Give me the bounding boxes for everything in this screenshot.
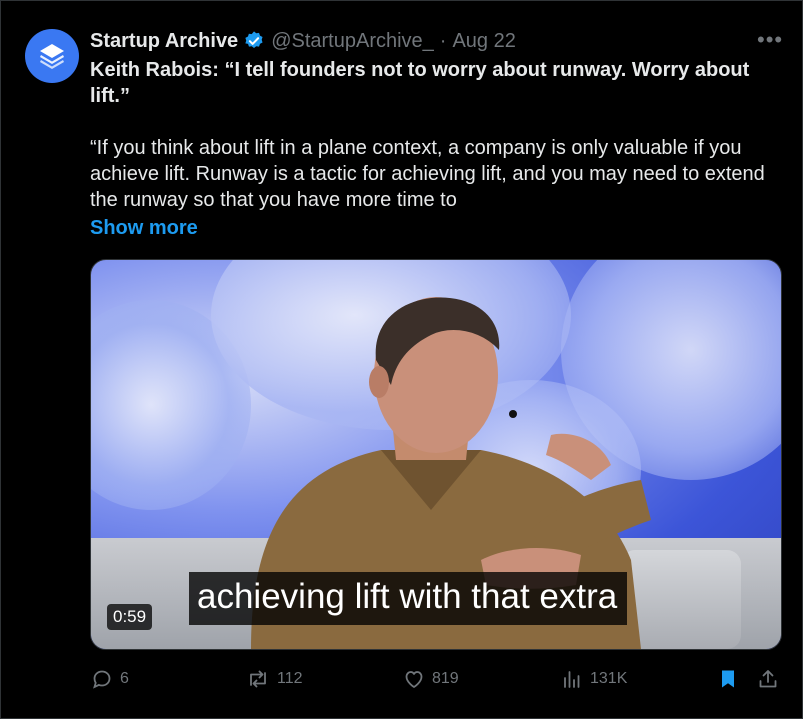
more-icon[interactable]: ••• — [757, 27, 783, 53]
tweet-headline: Keith Rabois: “I tell founders not to wo… — [90, 59, 750, 107]
video-duration: 0:59 — [107, 604, 153, 630]
header-separator: · — [439, 29, 447, 52]
verified-badge-icon — [243, 30, 265, 52]
author-name[interactable]: Startup Archive — [90, 30, 238, 53]
heart-icon — [405, 671, 423, 688]
author-handle[interactable]: @StartupArchive_ — [271, 30, 434, 53]
tweet-text: Keith Rabois: “I tell founders not to wo… — [90, 57, 780, 213]
video-player[interactable]: 0:59 achieving lift with that extra — [90, 259, 782, 650]
views-button[interactable]: 131K — [560, 664, 627, 694]
like-count: 819 — [432, 670, 459, 687]
reply-button[interactable]: 6 — [90, 664, 129, 694]
share-icon — [759, 670, 777, 688]
avatar[interactable] — [25, 29, 79, 83]
repost-count: 112 — [277, 670, 303, 687]
tweet-date[interactable]: Aug 22 — [452, 30, 515, 53]
views-chart-icon — [564, 671, 580, 688]
startup-archive-logo-icon — [40, 44, 64, 69]
share-button[interactable] — [756, 664, 780, 694]
repost-button[interactable]: 112 — [245, 664, 303, 694]
repost-icon — [250, 670, 266, 688]
bookmark-icon — [722, 670, 734, 688]
tweet-header: Startup Archive @StartupArchive_ · Aug 2… — [90, 27, 516, 55]
reply-count: 6 — [120, 670, 129, 687]
like-button[interactable]: 819 — [402, 664, 459, 694]
video-caption: achieving lift with that extra — [189, 572, 628, 625]
reply-icon — [93, 670, 111, 689]
bookmark-button[interactable] — [716, 664, 740, 694]
view-count: 131K — [590, 670, 628, 687]
show-more-link[interactable]: Show more — [90, 217, 198, 240]
tweet-actions: 6 112 819 131K — [90, 664, 790, 694]
tweet-quote: “If you think about lift in a plane cont… — [90, 137, 765, 211]
